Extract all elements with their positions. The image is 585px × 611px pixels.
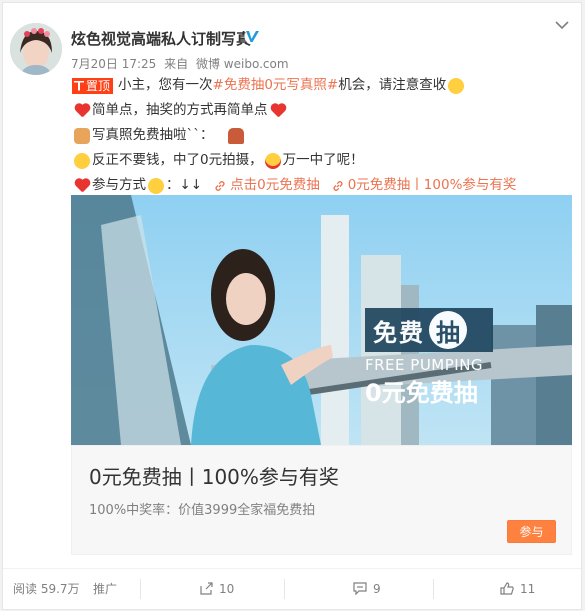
heart-emoji-icon (270, 104, 286, 118)
join-button[interactable]: 参与 (507, 520, 556, 543)
text-segment: 简单点，抽奖的方式再简单点 (92, 102, 268, 118)
thinking-emoji-icon (448, 77, 465, 94)
text-segment: 反正不要钱，中了0元拍摄， (92, 152, 263, 168)
crab-emoji-icon (227, 127, 244, 144)
link-chain-icon (333, 180, 343, 191)
smile-emoji-icon (74, 152, 90, 169)
promo-overlay: 免费 抽 FREE PUMPING 0元免费抽 (365, 308, 493, 408)
promo-english: FREE PUMPING (365, 356, 484, 374)
text-segment: 小主，您有一次 (118, 77, 213, 93)
post-time[interactable]: 7月20日 17:25 (71, 57, 156, 71)
heart-eyes-emoji-icon (264, 152, 281, 169)
text-line-4: 反正不要钱，中了0元拍摄， 万一中了呢！ (72, 148, 572, 173)
link-card-description: 100%中奖率：价值3999全家福免费拍 (89, 503, 316, 518)
comment-icon (353, 582, 367, 595)
avatar[interactable] (10, 23, 62, 75)
link-chain-icon (215, 180, 225, 191)
author-name[interactable]: 炫色视觉高端私人订制写真 (71, 28, 251, 49)
photo-scene (71, 195, 572, 445)
divider (433, 579, 434, 599)
text-line-1: 置顶 小主，您有一次 #免费抽0元写真照# 机会，请注意查收 (72, 73, 572, 98)
pinned-badge: 置顶 (72, 77, 114, 94)
post-text: 置顶 小主，您有一次 #免费抽0元写真照# 机会，请注意查收 简单点，抽奖的方式… (72, 73, 572, 198)
promo-title: 免费 (373, 318, 425, 347)
hashtag-link[interactable]: #免费抽0元写真照# (213, 73, 339, 98)
like-count: 11 (520, 581, 536, 596)
pinned-label: 置顶 (86, 78, 111, 93)
heart-emoji-icon (74, 179, 90, 193)
divider (284, 579, 285, 599)
like-button[interactable]: 11 (500, 582, 535, 596)
forward-button[interactable]: 10 (200, 582, 234, 596)
text-line-2: 简单点，抽奖的方式再简单点 (72, 98, 572, 123)
forward-count: 10 (219, 581, 235, 596)
heart-emoji-icon (74, 104, 90, 118)
link-card[interactable]: 0元免费抽丨100%参与有奖 100%中奖率：价值3999全家福免费拍 参与 (71, 445, 572, 555)
text-segment: 写真照免费抽啦``： (92, 127, 214, 143)
thinking-emoji-icon (148, 177, 164, 194)
promo-block: 免费 抽 (365, 308, 493, 352)
promo-circle: 抽 (429, 311, 467, 349)
chevron-down-icon[interactable] (554, 17, 570, 33)
verified-badge-icon[interactable] (244, 28, 261, 45)
cat-emoji-icon (74, 127, 90, 144)
link-card-title[interactable]: 0元免费抽丨100%参与有奖 (89, 461, 339, 490)
post-source[interactable]: 微博 weibo.com (196, 57, 289, 71)
post-meta: 7月20日 17:25 来自 微博 weibo.com (71, 55, 289, 72)
forward-icon (200, 582, 213, 595)
comment-button[interactable]: 9 (353, 582, 381, 596)
promo-subtitle: 0元免费抽 (365, 379, 478, 407)
text-line-3: 写真照免费抽啦``： (72, 123, 572, 148)
divider (140, 579, 141, 599)
text-segment: 机会，请注意查收 (338, 77, 447, 93)
post-footer: 阅读 59.7万 推广 10 9 11 (3, 568, 581, 608)
comment-count: 9 (373, 581, 381, 596)
pin-icon (74, 80, 84, 91)
read-count: 阅读 59.7万 (13, 582, 80, 596)
promote-button[interactable]: 推广 (93, 580, 117, 597)
post-image[interactable] (71, 195, 572, 445)
like-icon (500, 582, 514, 595)
weibo-post-card: 炫色视觉高端私人订制写真 7月20日 17:25 来自 微博 weibo.com… (2, 2, 582, 610)
source-prefix: 来自 (164, 57, 189, 71)
text-segment: 万一中了呢！ (282, 152, 364, 168)
